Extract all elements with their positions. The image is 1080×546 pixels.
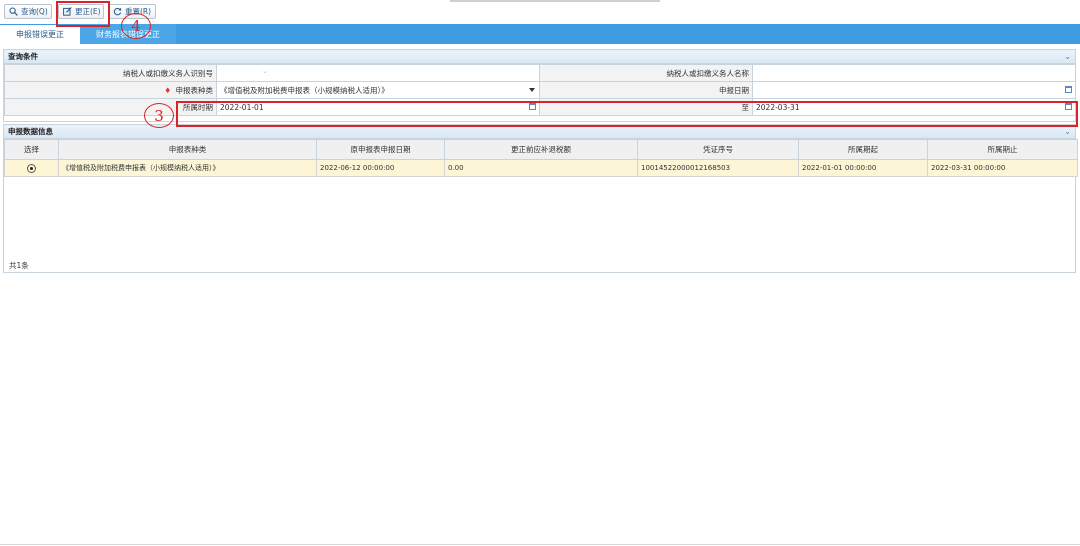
period-end-cell: 2022-03-31 00:00:00 (927, 159, 1078, 177)
form-type-select[interactable]: 《增值税及附加税费申报表（小规模纳税人适用）》 (216, 81, 540, 99)
collapse-icon[interactable]: ⌄ (1064, 50, 1071, 63)
voucher-no-cell: 10014522000012168503 (637, 159, 799, 177)
data-panel-header: 申报数据信息 ⌄ (4, 125, 1075, 139)
annotation-box-period (176, 101, 1078, 127)
query-panel-header: 查询条件 ⌄ (4, 50, 1075, 64)
query-button-label: 查询(Q) (21, 7, 48, 16)
record-count: 共1条 (9, 261, 29, 270)
column-header: 凭证序号 (637, 139, 799, 160)
declare-date-cell: 2022-06-12 00:00:00 (316, 159, 445, 177)
column-header: 所属期起 (798, 139, 928, 160)
declare-date-field[interactable] (752, 81, 1076, 99)
column-header: 申报表种类 (58, 139, 317, 160)
column-header: 更正前应补退税额 (444, 139, 638, 160)
annotation-step-4: 4 (121, 13, 151, 39)
taxpayer-id-field[interactable]: ⌄ (216, 64, 540, 82)
tab-bar: 申报错误更正 财务报表错误更正 (0, 24, 1080, 44)
calendar-icon[interactable] (1065, 86, 1072, 93)
taxpayer-name-label: 纳税人或扣缴义务人名称 (539, 64, 753, 82)
form-type-label-cell: ♦ 申报表种类 (4, 81, 217, 99)
select-cell[interactable] (4, 159, 59, 177)
chevron-down-icon: ⌄ (262, 67, 268, 75)
bottom-divider (0, 544, 1080, 545)
query-button[interactable]: 查询(Q) (4, 4, 52, 19)
annotation-box-correct (56, 1, 110, 27)
form-type-label: 申报表种类 (175, 85, 214, 95)
column-header: 所属期止 (927, 139, 1078, 160)
form-type-cell: 《增值税及附加税费申报表（小规模纳税人适用）》 (58, 159, 317, 177)
column-header: 原申报表申报日期 (316, 139, 445, 160)
declare-date-label: 申报日期 (539, 81, 753, 99)
taxpayer-id-label: 纳税人或扣缴义务人识别号 (4, 64, 217, 82)
tab-declaration-correction[interactable]: 申报错误更正 (0, 24, 80, 44)
form-type-value: 《增值税及附加税费申报表（小规模纳税人适用）》 (220, 85, 389, 95)
amount-cell: 0.00 (444, 159, 638, 177)
required-icon: ♦ (164, 85, 172, 95)
tab-label: 申报错误更正 (16, 30, 64, 39)
toolbar: 查询(Q) 更正(E) 重置(R) (0, 0, 1080, 24)
search-icon (9, 7, 18, 16)
taxpayer-name-field[interactable] (752, 64, 1076, 82)
data-panel: 申报数据信息 ⌄ 选择 申报表种类 原申报表申报日期 更正前应补退税额 凭证序号… (3, 124, 1078, 273)
annotation-step-3: 3 (144, 103, 174, 128)
dropdown-arrow-icon[interactable] (529, 88, 535, 92)
table-row[interactable]: 《增值税及附加税费申报表（小规模纳税人适用）》 2022-06-12 00:00… (4, 159, 1078, 177)
row-radio-selected[interactable] (27, 163, 36, 173)
data-panel-title: 申报数据信息 (8, 127, 53, 136)
table-header-row: 选择 申报表种类 原申报表申报日期 更正前应补退税额 凭证序号 所属期起 所属期… (4, 139, 1078, 160)
query-panel-title: 查询条件 (8, 52, 38, 61)
period-start-cell: 2022-01-01 00:00:00 (798, 159, 928, 177)
data-table: 选择 申报表种类 原申报表申报日期 更正前应补退税额 凭证序号 所属期起 所属期… (4, 139, 1078, 177)
column-header: 选择 (4, 139, 59, 160)
refresh-icon (113, 7, 122, 16)
